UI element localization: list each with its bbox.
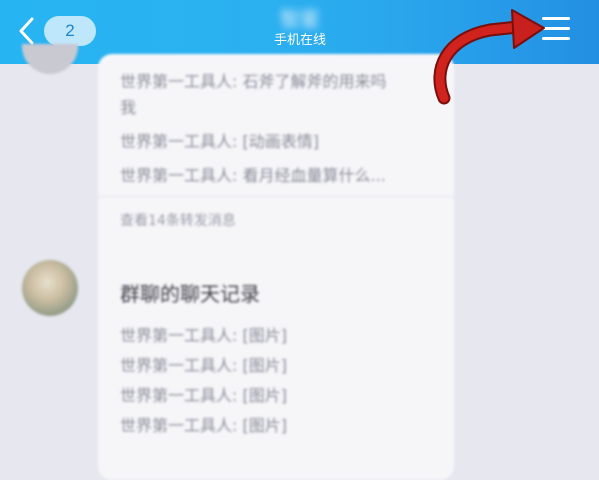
contact-name: 智星: [280, 7, 320, 31]
forwarded-line: 世界第一工具人: 石斧了解斧的用来吗: [120, 72, 387, 91]
chat-record-title: 群聊的聊天记录: [120, 282, 260, 306]
chat-record-line: 世界第一工具人: [图片]: [120, 326, 287, 345]
contact-title[interactable]: 智星 手机在线: [200, 6, 400, 49]
card-divider: [98, 196, 454, 197]
chat-record-line: 世界第一工具人: [图片]: [120, 386, 287, 405]
unread-count-badge: 2: [44, 16, 96, 46]
forwarded-line: 世界第一工具人: 看月经血量算什么...: [120, 166, 386, 185]
chat-record-line: 世界第一工具人: [图片]: [120, 356, 287, 375]
avatar[interactable]: [22, 44, 78, 74]
chat-record-card[interactable]: 群聊的聊天记录 世界第一工具人: [图片] 世界第一工具人: [图片] 世界第一…: [98, 260, 454, 480]
view-forwarded-link[interactable]: 查看14条转发消息: [120, 210, 236, 230]
chat-record-line: 世界第一工具人: [图片]: [120, 416, 287, 435]
contact-status: 手机在线: [273, 33, 326, 48]
curved-arrow-icon: [433, 9, 545, 105]
avatar[interactable]: [22, 260, 78, 316]
chat-message-list[interactable]: 世界第一工具人: 石斧了解斧的用来吗 我 世界第一工具人: [动画表情] 世界第…: [0, 44, 599, 480]
forwarded-line: 世界第一工具人: [动画表情]: [120, 132, 319, 151]
forwarded-line: 我: [120, 98, 137, 117]
chevron-left-icon: [19, 17, 34, 45]
back-button[interactable]: 2: [18, 14, 96, 48]
